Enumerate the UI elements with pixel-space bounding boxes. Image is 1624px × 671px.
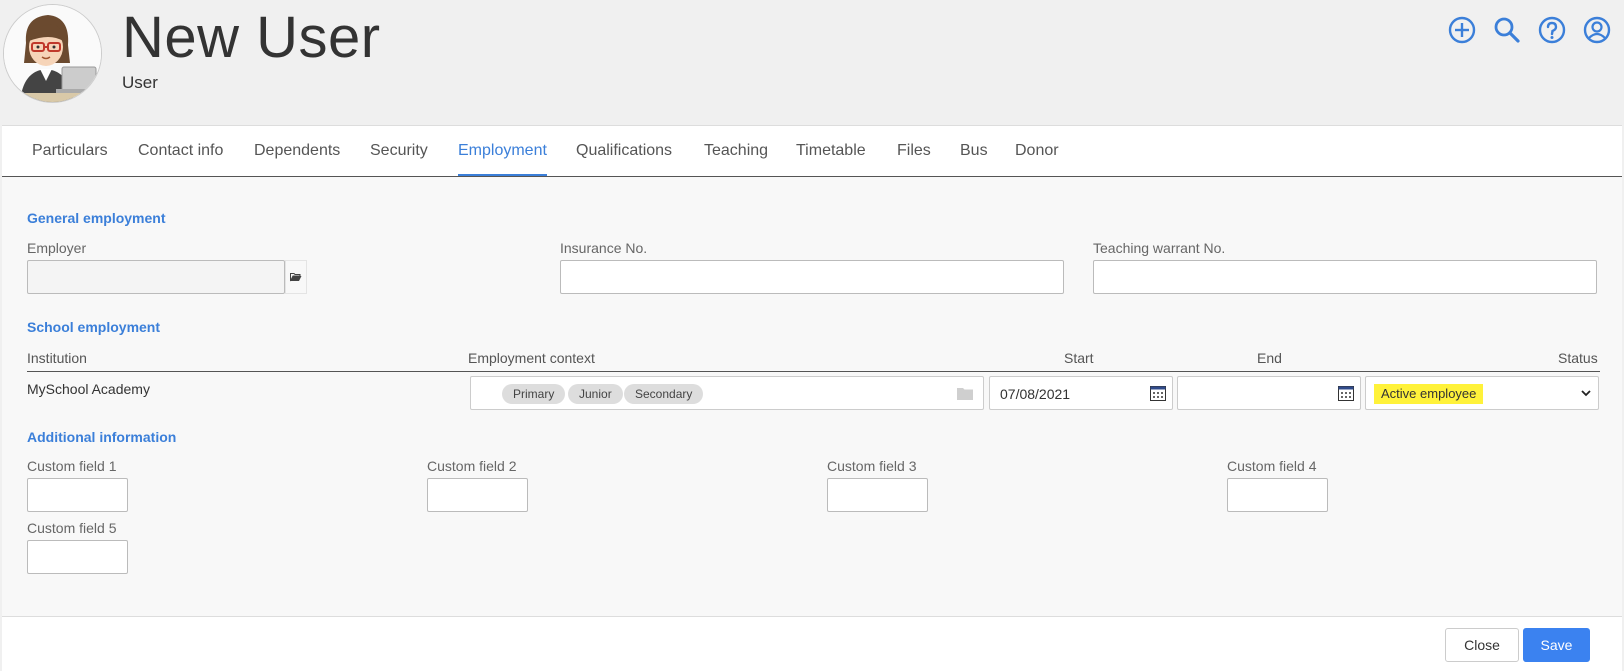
close-button[interactable]: Close [1445,628,1519,662]
status-select[interactable]: Active employee [1365,376,1599,410]
warrant-field[interactable] [1093,260,1597,294]
chevron-down-icon [1581,390,1591,397]
section-title-additional: Additional information [27,429,177,445]
search-icon[interactable] [1491,14,1523,46]
context-chip[interactable]: Secondary [624,384,704,404]
page-title: New User [122,5,381,70]
col-status: Status [1558,350,1598,366]
section-title-school: School employment [27,319,161,335]
tab-particulars[interactable]: Particulars [32,142,108,160]
insurance-label: Insurance No. [560,240,648,256]
col-institution: Institution [27,350,87,366]
col-start: Start [1064,350,1094,366]
custom-field-3-input[interactable] [827,478,928,512]
add-circle-icon[interactable] [1446,14,1478,46]
start-date-field[interactable]: 07/08/2021 [989,376,1173,410]
user-avatar-illustration [4,5,101,102]
employer-label: Employer [27,240,87,256]
custom-field-5-input[interactable] [27,540,128,574]
tab-teaching[interactable]: Teaching [704,142,768,160]
tab-timetable[interactable]: Timetable [796,142,866,160]
end-date-field[interactable] [1177,376,1361,410]
employer-browse-button[interactable] [285,260,307,294]
custom-field-4-input[interactable] [1227,478,1328,512]
status-value: Active employee [1374,384,1484,404]
context-chip[interactable]: Junior [568,384,623,404]
start-date-value: 07/08/2021 [1000,386,1071,402]
page-header: New User User [0,0,1624,120]
calendar-icon[interactable] [1338,386,1354,401]
folder-open-icon [290,273,302,282]
custom-field-3-label: Custom field 3 [827,458,917,474]
custom-field-2-label: Custom field 2 [427,458,517,474]
form-panel: Particulars Contact info Dependents Secu… [2,125,1622,671]
tab-dependents[interactable]: Dependents [254,142,340,160]
custom-field-1-label: Custom field 1 [27,458,117,474]
col-end: End [1257,350,1282,366]
tab-bus[interactable]: Bus [960,142,988,160]
custom-field-5-label: Custom field 5 [27,520,117,536]
tab-security[interactable]: Security [370,142,428,160]
tab-qualifications[interactable]: Qualifications [576,142,672,160]
custom-field-1-input[interactable] [27,478,128,512]
employment-context-field[interactable]: Primary Junior Secondary [470,376,984,410]
help-icon[interactable] [1536,14,1568,46]
calendar-icon[interactable] [1150,386,1166,401]
table-header-divider [27,371,1600,372]
avatar [3,4,102,103]
account-icon[interactable] [1581,14,1613,46]
custom-field-4-label: Custom field 4 [1227,458,1317,474]
save-button[interactable]: Save [1523,628,1590,662]
tab-contact-info[interactable]: Contact info [138,142,223,160]
tab-donor[interactable]: Donor [1015,142,1059,160]
tab-employment[interactable]: Employment [458,142,547,176]
tab-files[interactable]: Files [897,142,931,160]
insurance-field[interactable] [560,260,1064,294]
footer-bar: Close Save [2,616,1622,671]
institution-name: MySchool Academy [27,381,150,397]
context-chip[interactable]: Primary [502,384,566,404]
warrant-label: Teaching warrant No. [1093,240,1226,256]
employer-field[interactable] [27,260,285,294]
page-subtitle: User [122,73,158,92]
folder-icon[interactable] [957,387,973,400]
tab-bar: Particulars Contact info Dependents Secu… [2,126,1622,177]
custom-field-2-input[interactable] [427,478,528,512]
section-title-general: General employment [27,210,166,226]
col-employment-context: Employment context [468,350,595,366]
